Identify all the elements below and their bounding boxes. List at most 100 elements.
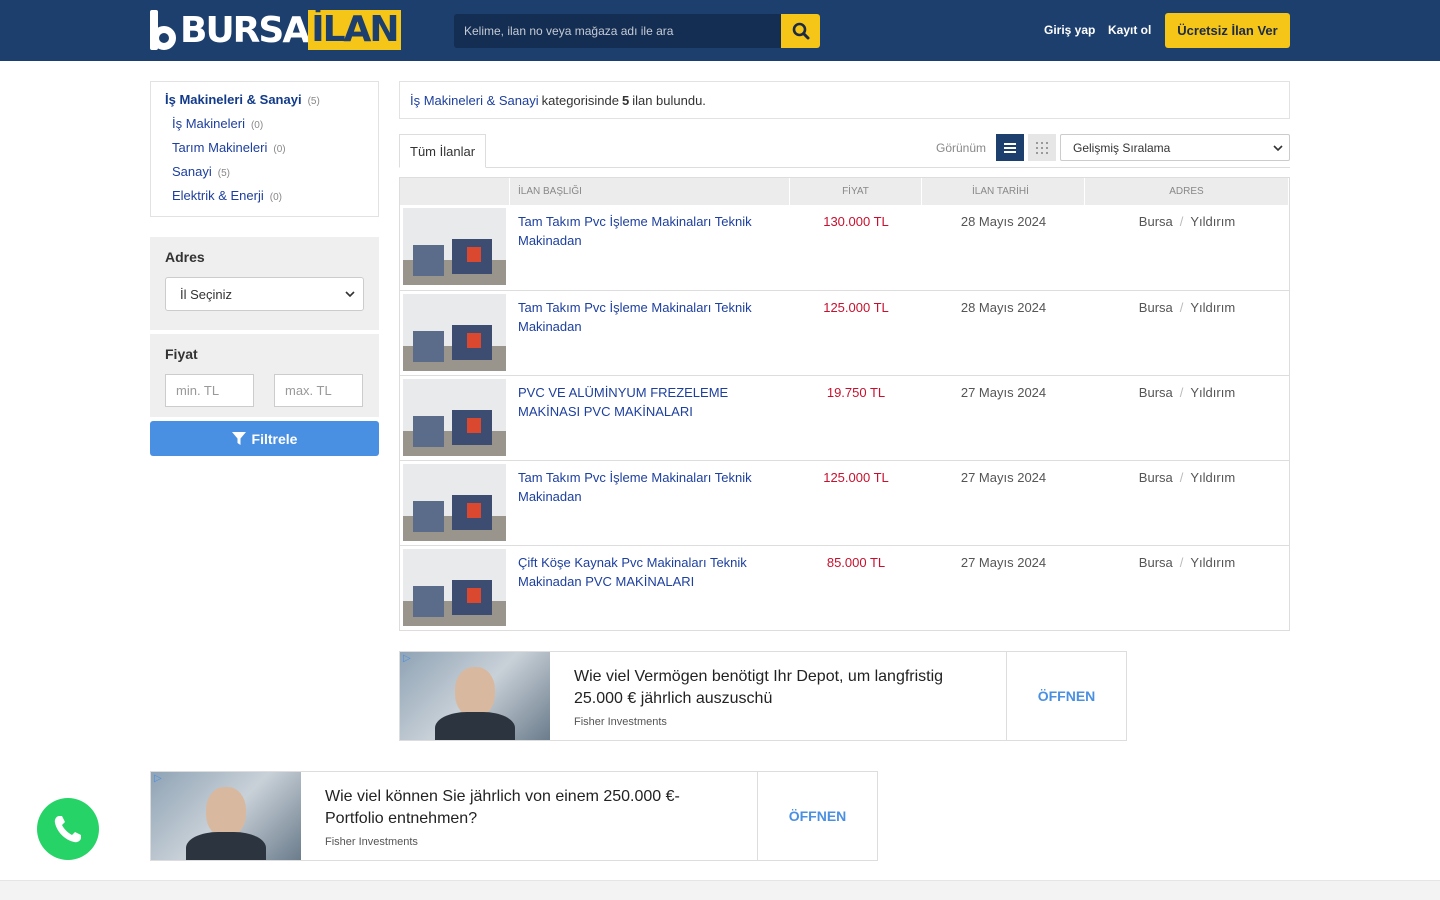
category-label: Elektrik & Enerji <box>172 188 264 203</box>
filter-button-label: Filtrele <box>251 430 298 447</box>
listing-title[interactable]: Tam Takım Pvc İşleme Makinaları Teknik M… <box>510 291 790 375</box>
listing-district: Yıldırım <box>1190 300 1236 315</box>
max-price-input[interactable] <box>274 374 363 407</box>
search-input[interactable] <box>454 14 781 48</box>
ad-banner-1[interactable]: ▷ Wie viel Vermögen benötigt Ihr Depot, … <box>399 651 1127 741</box>
listing-thumbnail-cell <box>400 376 510 460</box>
result-tail-text: ilan bulundu. <box>632 92 706 108</box>
site-header: BURSA İLAN Giriş yap Kayıt ol Ücretsiz İ… <box>0 0 1440 61</box>
province-select[interactable]: İl Seçiniz <box>165 277 364 311</box>
ad-image[interactable]: ▷ <box>400 652 550 740</box>
listing-city: Bursa <box>1138 470 1173 485</box>
listing-thumbnail[interactable] <box>403 379 506 456</box>
whatsapp-button[interactable] <box>37 798 99 860</box>
search-icon <box>792 22 809 40</box>
listing-district: Yıldırım <box>1190 555 1236 570</box>
sort-select-value: Gelişmiş Sıralama <box>1073 140 1171 155</box>
listing-title[interactable]: Tam Takım Pvc İşleme Makinaları Teknik M… <box>510 461 790 545</box>
listing-thumbnail[interactable] <box>403 549 506 626</box>
listing-address: Bursa / Yıldırım <box>1085 376 1289 460</box>
listing-thumbnail[interactable] <box>403 464 506 541</box>
table-row[interactable]: Tam Takım Pvc İşleme Makinaları Teknik M… <box>400 460 1289 545</box>
site-logo[interactable]: BURSA İLAN <box>150 10 401 51</box>
column-header-date: İLAN TARİHİ <box>922 178 1085 205</box>
register-link[interactable]: Kayıt ol <box>1108 23 1151 37</box>
listing-address: Bursa / Yıldırım <box>1085 461 1289 545</box>
tab-all-listings[interactable]: Tüm İlanlar <box>399 134 487 168</box>
category-item-sanayi[interactable]: Sanayi (5) <box>165 164 364 188</box>
search-bar <box>454 14 820 48</box>
listing-date: 27 Mayıs 2024 <box>960 470 1047 485</box>
listing-date: 27 Mayıs 2024 <box>960 385 1047 400</box>
ad-choices-icon[interactable]: ▷ <box>154 773 162 784</box>
listing-address: Bursa / Yıldırım <box>1085 291 1289 375</box>
listing-address: Bursa / Yıldırım <box>1085 205 1289 290</box>
ad-banner-2[interactable]: ▷ Wie viel können Sie jährlich von einem… <box>150 771 878 861</box>
listing-thumbnail-cell <box>400 205 510 290</box>
listing-thumbnail-cell <box>400 546 510 630</box>
address-filter-title: Adres <box>165 249 205 265</box>
column-header-image <box>400 178 510 205</box>
min-price-input[interactable] <box>165 374 254 407</box>
listing-city: Bursa <box>1138 385 1173 400</box>
listing-city: Bursa <box>1138 300 1173 315</box>
province-select-value: İl Seçiniz <box>180 286 233 302</box>
listing-thumbnail[interactable] <box>403 294 506 371</box>
listing-district: Yıldırım <box>1190 470 1236 485</box>
ad-open-button[interactable]: ÖFFNEN <box>1006 652 1126 740</box>
grid-view-button[interactable] <box>1028 134 1056 161</box>
result-category-link[interactable]: İş Makineleri & Sanayi <box>410 93 539 108</box>
list-view-button[interactable] <box>996 134 1024 161</box>
category-item-elektrik-enerji[interactable]: Elektrik & Enerji (0) <box>165 188 364 212</box>
ad-source: Fisher Investments <box>325 836 418 848</box>
category-item-is-makineleri[interactable]: İş Makineleri (0) <box>165 116 364 140</box>
listing-thumbnail[interactable] <box>403 208 506 285</box>
category-item-is-makineleri-sanayi[interactable]: İş Makineleri & Sanayi (5) <box>165 92 364 116</box>
listing-thumbnail-cell <box>400 291 510 375</box>
ad-choices-icon[interactable]: ▷ <box>403 653 411 664</box>
listing-city: Bursa <box>1138 214 1173 229</box>
table-row[interactable]: Çift Köşe Kaynak Pvc Makinaları Teknik M… <box>400 545 1289 630</box>
price-filter-title: Fiyat <box>165 346 198 362</box>
listing-title[interactable]: Çift Köşe Kaynak Pvc Makinaları Teknik M… <box>510 546 790 630</box>
column-header-title: İLAN BAŞLIĞI <box>510 178 790 205</box>
result-summary: İş Makineleri & Sanayi kategorisinde 5 i… <box>399 81 1290 119</box>
category-item-tarim-makineleri[interactable]: Tarım Makineleri (0) <box>165 140 364 164</box>
listing-date: 28 Mayıs 2024 <box>960 214 1047 229</box>
table-row[interactable]: PVC VE ALÜMİNYUM FREZELEME MAKİNASI PVC … <box>400 375 1289 460</box>
table-row[interactable]: Tam Takım Pvc İşleme Makinaları Teknik M… <box>400 205 1289 290</box>
listing-toolbar: Tüm İlanlar Görünüm Gelişmiş Sıralama <box>399 134 1290 168</box>
result-count: 5 <box>621 92 630 108</box>
listing-title[interactable]: PVC VE ALÜMİNYUM FREZELEME MAKİNASI PVC … <box>510 376 790 460</box>
category-label: Tarım Makineleri <box>172 140 268 155</box>
filter-icon <box>231 431 246 445</box>
category-count: (5) <box>217 168 230 179</box>
free-listing-button[interactable]: Ücretsiz İlan Ver <box>1165 13 1290 48</box>
category-count: (0) <box>250 120 264 131</box>
listing-price: 125.000 TL <box>823 300 889 315</box>
result-middle-text: kategorisinde <box>541 92 619 108</box>
listing-address: Bursa / Yıldırım <box>1085 546 1289 630</box>
listing-price: 85.000 TL <box>826 555 886 570</box>
ad-open-button[interactable]: ÖFFNEN <box>757 772 877 860</box>
ad-headline[interactable]: Wie viel Vermögen benötigt Ihr Depot, um… <box>574 666 982 710</box>
login-link[interactable]: Giriş yap <box>1044 23 1095 37</box>
table-row[interactable]: Tam Takım Pvc İşleme Makinaları Teknik M… <box>400 290 1289 375</box>
listing-price: 19.750 TL <box>826 385 886 400</box>
filter-button[interactable]: Filtrele <box>150 421 379 456</box>
column-header-price: FİYAT <box>790 178 922 205</box>
logo-mark-icon <box>150 10 178 50</box>
ad-headline[interactable]: Wie viel können Sie jährlich von einem 2… <box>325 786 733 830</box>
logo-text-ilan: İLAN <box>308 10 401 50</box>
category-label: İş Makineleri <box>172 116 245 131</box>
sort-select[interactable]: Gelişmiş Sıralama <box>1060 134 1290 161</box>
search-button[interactable] <box>781 14 820 48</box>
chevron-down-icon <box>1273 144 1283 151</box>
category-count: (0) <box>269 192 282 203</box>
ad-image[interactable]: ▷ <box>151 772 301 860</box>
address-separator: / <box>1179 470 1184 485</box>
category-count: (5) <box>307 96 320 107</box>
listing-title[interactable]: Tam Takım Pvc İşleme Makinaları Teknik M… <box>510 205 790 290</box>
listing-price: 130.000 TL <box>823 214 889 229</box>
listing-city: Bursa <box>1138 555 1173 570</box>
